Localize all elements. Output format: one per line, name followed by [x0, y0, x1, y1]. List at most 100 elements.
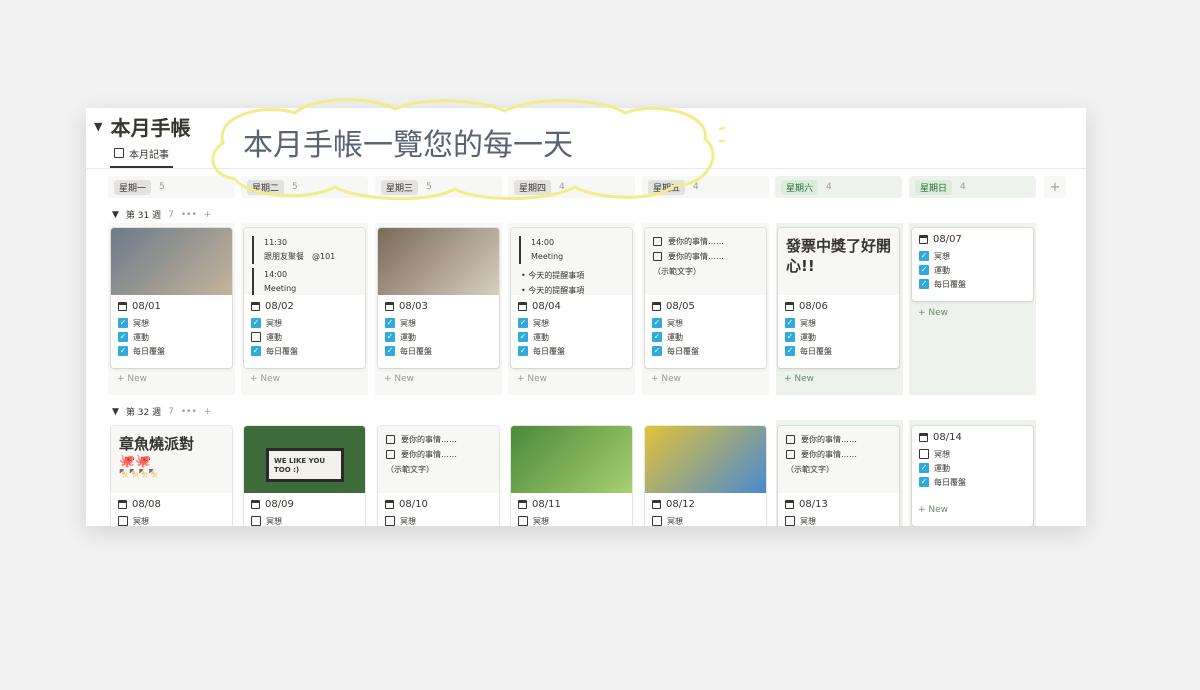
checkbox[interactable]: ✓ — [919, 477, 929, 487]
add-card-icon[interactable]: + — [204, 210, 212, 220]
checkbox[interactable] — [785, 516, 795, 526]
checklist-item[interactable]: ✓ 運動 — [111, 330, 232, 344]
checklist-item[interactable]: 冥想 — [511, 514, 632, 526]
checkbox[interactable]: ✓ — [919, 279, 929, 289]
checkbox[interactable]: ✓ — [518, 332, 528, 342]
checklist-item[interactable]: 冥想 — [378, 514, 499, 526]
week-toggle-icon[interactable]: ▼ — [112, 407, 119, 417]
column-header[interactable]: 星期一 5 — [108, 176, 235, 198]
new-card-button[interactable]: + New — [384, 374, 414, 384]
day-card[interactable]: WE LIKE YOU TOO :) 08/09 冥想 — [244, 426, 365, 526]
checkbox[interactable] — [385, 516, 395, 526]
new-card-button[interactable]: + New — [918, 505, 948, 515]
column-header[interactable]: 星期三 5 — [375, 176, 502, 198]
checklist-item[interactable]: ✓ 冥想 — [912, 249, 1033, 263]
checkbox[interactable] — [518, 516, 528, 526]
column-header[interactable]: 星期二 5 — [241, 176, 368, 198]
week-31-header[interactable]: ▼ 第 31 週 7 ••• + — [112, 208, 212, 222]
checklist-item[interactable]: ✓ 冥想 — [778, 316, 899, 330]
checkbox[interactable]: ✓ — [251, 318, 261, 328]
column-header[interactable]: 星期日 4 — [909, 176, 1036, 198]
day-card[interactable]: 章魚燒派對 🐙🐙 🍢🍢🍢🍢 08/08 冥想 — [111, 426, 232, 526]
column-header[interactable]: 星期五 4 — [642, 176, 769, 198]
add-card-icon[interactable]: + — [204, 407, 212, 417]
checkbox[interactable]: ✓ — [919, 463, 929, 473]
checkbox[interactable]: ✓ — [251, 346, 261, 356]
checklist-item[interactable]: ✓ 每日覆盤 — [111, 344, 232, 358]
checkbox[interactable]: ✓ — [385, 346, 395, 356]
checkbox[interactable]: ✓ — [652, 332, 662, 342]
checkbox[interactable]: ✓ — [652, 346, 662, 356]
checklist-item[interactable]: ✓ 運動 — [378, 330, 499, 344]
checklist-item[interactable]: 冥想 — [778, 514, 899, 526]
checkbox[interactable] — [251, 332, 261, 342]
week-32-header[interactable]: ▼ 第 32 週 7 ••• + — [112, 405, 212, 419]
checkbox[interactable]: ✓ — [785, 318, 795, 328]
add-column-button[interactable]: + — [1044, 176, 1066, 198]
new-card-button[interactable]: + New — [517, 374, 547, 384]
checklist-item[interactable]: ✓ 每日覆盤 — [645, 344, 766, 358]
day-card[interactable]: 要你的事情…… 要你的事情…… （示範文字） 08/05 ✓ 冥想 ✓ 運動 ✓ 每日覆盤 — [645, 228, 766, 368]
checklist-item[interactable]: ✓ 每日覆盤 — [244, 344, 365, 358]
checklist-item[interactable]: ✓ 運動 — [778, 330, 899, 344]
day-card[interactable]: 08/01 ✓ 冥想 ✓ 運動 ✓ 每日覆盤 — [111, 228, 232, 368]
checkbox[interactable]: ✓ — [518, 346, 528, 356]
week-toggle-icon[interactable]: ▼ — [112, 210, 119, 220]
checklist-item[interactable]: ✓ 冥想 — [511, 316, 632, 330]
more-icon[interactable]: ••• — [181, 210, 197, 220]
checklist-item[interactable]: ✓ 運動 — [912, 461, 1033, 475]
checkbox[interactable]: ✓ — [785, 332, 795, 342]
checklist-item[interactable]: ✓ 運動 — [645, 330, 766, 344]
new-card-button[interactable]: + New — [117, 374, 147, 384]
day-card[interactable]: 要你的事情…… 要你的事情…… （示範文字） 08/13 冥想 — [778, 426, 899, 526]
day-card[interactable]: 08/03 ✓ 冥想 ✓ 運動 ✓ 每日覆盤 — [378, 228, 499, 368]
checkbox[interactable]: ✓ — [118, 346, 128, 356]
day-card[interactable]: 14:00 Meeting • 今天的提醒事項 • 今天的提醒事項 08/04 ✓ 冥想 ✓ 運… — [511, 228, 632, 368]
new-card-button[interactable]: + New — [250, 374, 280, 384]
checklist-item[interactable]: ✓ 每日覆盤 — [912, 277, 1033, 291]
checklist-item[interactable]: ✓ 冥想 — [645, 316, 766, 330]
new-card-button[interactable]: + New — [651, 374, 681, 384]
checklist-item[interactable]: ✓ 冥想 — [244, 316, 365, 330]
more-icon[interactable]: ••• — [181, 407, 197, 417]
checkbox[interactable]: ✓ — [385, 332, 395, 342]
checkbox[interactable] — [118, 516, 128, 526]
checkbox[interactable]: ✓ — [118, 332, 128, 342]
checklist-item[interactable]: ✓ 運動 — [912, 263, 1033, 277]
checkbox[interactable]: ✓ — [919, 251, 929, 261]
day-card[interactable]: 08/12 冥想 — [645, 426, 766, 526]
checkbox[interactable]: ✓ — [518, 318, 528, 328]
checkbox[interactable]: ✓ — [919, 265, 929, 275]
new-card-button[interactable]: + New — [918, 308, 948, 318]
checklist-item[interactable]: ✓ 每日覆盤 — [778, 344, 899, 358]
checklist-item[interactable]: ✓ 冥想 — [111, 316, 232, 330]
checklist-item[interactable]: ✓ 每日覆盤 — [511, 344, 632, 358]
column-header[interactable]: 星期六 4 — [775, 176, 902, 198]
checklist-item[interactable]: 冥想 — [111, 514, 232, 526]
checkbox[interactable] — [251, 516, 261, 526]
checkbox[interactable]: ✓ — [785, 346, 795, 356]
day-card[interactable]: 發票中獎了好開心!! 08/06 ✓ 冥想 ✓ 運動 ✓ 每日覆盤 — [778, 228, 899, 368]
checkbox[interactable]: ✓ — [652, 318, 662, 328]
column-header[interactable]: 星期四 4 — [508, 176, 635, 198]
checklist-item[interactable]: ✓ 每日覆盤 — [378, 344, 499, 358]
view-tab[interactable]: 本月記事 — [110, 146, 173, 168]
column-count: 5 — [159, 182, 165, 192]
checklist-item[interactable]: ✓ 冥想 — [378, 316, 499, 330]
checklist-item[interactable]: ✓ 每日覆盤 — [912, 475, 1033, 489]
checkbox[interactable]: ✓ — [118, 318, 128, 328]
checklist-item[interactable]: 冥想 — [645, 514, 766, 526]
checkbox[interactable] — [652, 516, 662, 526]
day-card[interactable]: 11:30 跟朋友聚餐 @101 14:00 Meeting 08/02 ✓ 冥想 運動 ✓ 每日… — [244, 228, 365, 368]
collapse-toggle-icon[interactable]: ▼ — [94, 120, 102, 133]
checklist-item[interactable]: 運動 — [244, 330, 365, 344]
new-card-button[interactable]: + New — [784, 374, 814, 384]
checklist-item[interactable]: 冥想 — [912, 447, 1033, 461]
checklist-item[interactable]: 冥想 — [244, 514, 365, 526]
checklist-item[interactable]: ✓ 運動 — [511, 330, 632, 344]
day-card[interactable]: 08/11 冥想 — [511, 426, 632, 526]
checkbox[interactable]: ✓ — [385, 318, 395, 328]
day-card[interactable]: 要你的事情…… 要你的事情…… （示範文字） 08/10 冥想 — [378, 426, 499, 526]
checkbox[interactable] — [919, 449, 929, 459]
day-card[interactable]: 08/07 ✓ 冥想 ✓ 運動 ✓ 每日覆盤 — [912, 228, 1033, 301]
